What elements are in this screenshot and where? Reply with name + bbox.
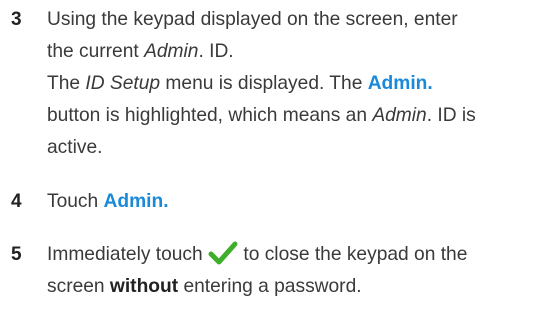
note-text: active.	[47, 137, 103, 158]
note-text: button is highlighted, which means an	[47, 105, 373, 126]
step-number: 4	[11, 191, 22, 212]
admin-link[interactable]: Admin.	[368, 73, 433, 94]
step-text: the current	[47, 41, 145, 62]
step-5-body: Immediately touch to close the keypad on…	[47, 239, 551, 303]
step-text-bold: without	[109, 276, 179, 297]
step-3-note-line1: The ID Setup menu is displayed. The Admi…	[47, 68, 551, 100]
step-4-body: Touch Admin.	[47, 186, 551, 218]
note-text-italic: Admin	[372, 105, 427, 126]
step-3-note-line3: active.	[47, 132, 551, 164]
step-5-line2: screen without entering a password.	[47, 271, 551, 303]
note-text-italic: ID Setup	[85, 73, 161, 94]
step-3-body: Using the keypad displayed on the screen…	[47, 4, 551, 164]
step-text: screen	[47, 276, 110, 297]
step-text: entering a password.	[178, 276, 362, 297]
step-3-note-line2: button is highlighted, which means an Ad…	[47, 100, 551, 132]
step-text: . ID.	[198, 41, 234, 62]
step-text-italic: Admin	[144, 41, 199, 62]
step-3-line2: the current Admin. ID.	[47, 36, 551, 68]
step-5-line1: Immediately touch to close the keypad on…	[47, 239, 551, 271]
step-text: Touch	[47, 191, 104, 212]
note-text: . ID is	[426, 105, 476, 126]
step-3-line1: Using the keypad displayed on the screen…	[47, 4, 551, 36]
step-number: 5	[11, 244, 22, 265]
step-text: Immediately touch	[47, 244, 209, 265]
note-text: menu is displayed. The	[160, 73, 368, 94]
note-text: The	[47, 73, 86, 94]
step-number: 3	[11, 9, 22, 30]
step-text: Using the keypad displayed on the screen…	[47, 9, 458, 30]
admin-link[interactable]: Admin.	[104, 191, 169, 212]
step-text: to close the keypad on the	[238, 244, 468, 265]
step-4-line1: Touch Admin.	[47, 186, 551, 218]
checkmark-icon[interactable]	[208, 241, 238, 265]
